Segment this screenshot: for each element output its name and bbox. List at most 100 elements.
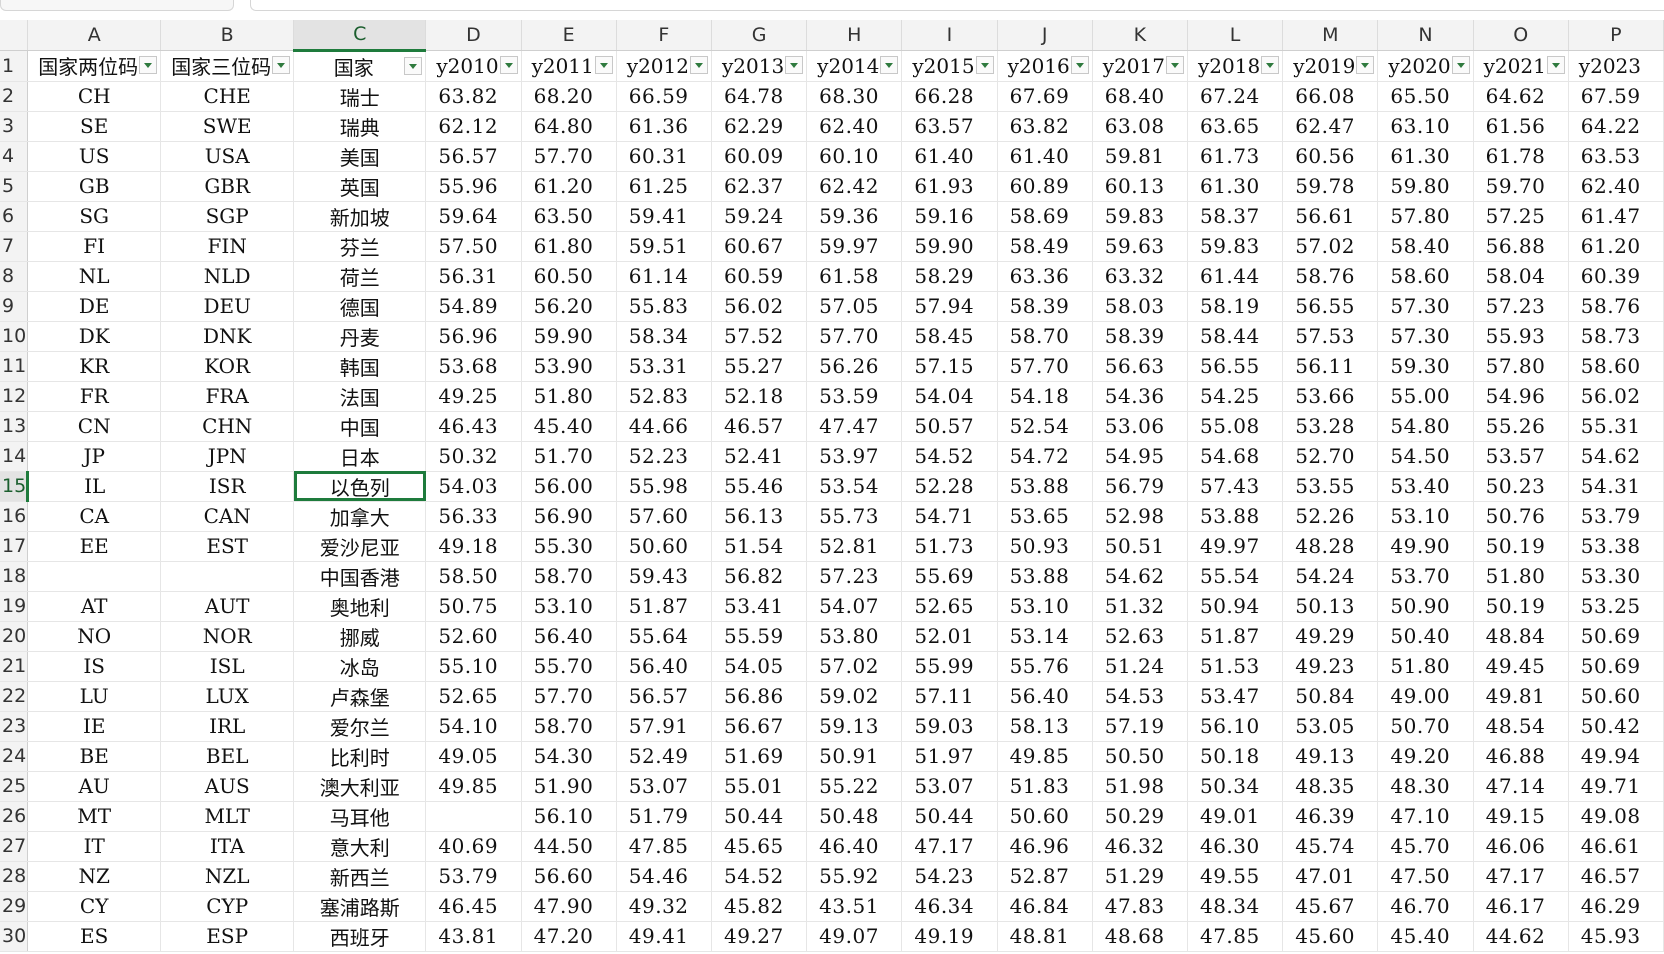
value-cell[interactable]: 55.10 [425,651,522,682]
value-cell[interactable]: 47.50 [1377,861,1474,892]
value-cell[interactable]: 46.30 [1187,831,1284,862]
value-cell[interactable]: 59.78 [1282,171,1379,202]
value-cell[interactable]: 56.96 [425,321,522,352]
value-cell[interactable]: 56.10 [1187,711,1284,742]
value-cell[interactable]: 50.13 [1282,591,1379,622]
filter-dropdown-icon[interactable] [1165,55,1184,74]
value-cell[interactable]: 53.88 [997,471,1093,502]
value-cell[interactable]: 56.88 [1473,231,1569,262]
iso2-cell[interactable]: IE [27,711,162,742]
row-header[interactable]: 30 [0,921,29,952]
value-cell[interactable]: 61.56 [1473,111,1569,142]
value-cell[interactable]: 49.00 [1377,681,1474,712]
value-cell[interactable]: 57.30 [1377,291,1474,322]
country-cell[interactable]: 芬兰 [293,231,427,262]
value-cell[interactable]: 50.18 [1187,741,1284,772]
value-cell[interactable]: 51.80 [521,381,617,412]
value-cell[interactable]: 46.45 [425,891,522,922]
value-cell[interactable]: 64.62 [1473,81,1569,112]
value-cell[interactable]: 58.70 [521,561,617,592]
value-cell[interactable]: 46.32 [1092,831,1188,862]
value-cell[interactable]: 58.13 [997,711,1093,742]
value-cell[interactable]: 64.80 [521,111,617,142]
row-header[interactable]: 9 [0,291,29,322]
value-cell[interactable]: 61.30 [1187,171,1284,202]
value-cell[interactable]: 49.19 [901,921,998,952]
iso2-cell[interactable]: SG [27,201,162,232]
iso2-cell[interactable]: IS [27,651,162,682]
header-cell-p[interactable]: y2023 [1568,50,1664,82]
header-cell-f[interactable]: y2012 [616,50,712,82]
value-cell[interactable]: 51.70 [521,441,617,472]
row-header[interactable]: 1 [0,50,29,82]
country-cell[interactable]: 西班牙 [293,921,427,952]
header-cell-k[interactable]: y2017 [1092,50,1188,82]
value-cell[interactable]: 53.66 [1282,381,1379,412]
header-cell-b[interactable]: 国家三位码 [160,50,295,82]
header-cell-m[interactable]: y2019 [1282,50,1379,82]
value-cell[interactable]: 50.60 [616,531,712,562]
value-cell[interactable]: 60.56 [1282,141,1379,172]
country-cell[interactable]: 加拿大 [293,501,427,532]
value-cell[interactable]: 58.60 [1568,351,1664,382]
value-cell[interactable]: 54.31 [1568,471,1664,502]
value-cell[interactable]: 55.27 [711,351,808,382]
value-cell[interactable]: 46.96 [997,831,1093,862]
value-cell[interactable]: 57.19 [1092,711,1188,742]
value-cell[interactable]: 50.19 [1473,591,1569,622]
value-cell[interactable]: 45.70 [1377,831,1474,862]
value-cell[interactable]: 59.90 [901,231,998,262]
value-cell[interactable]: 56.57 [616,681,712,712]
value-cell[interactable]: 60.39 [1568,261,1664,292]
iso3-cell[interactable]: JPN [160,441,295,472]
value-cell[interactable]: 58.40 [1377,231,1474,262]
value-cell[interactable]: 54.46 [616,861,712,892]
row-header[interactable]: 22 [0,681,29,712]
country-cell[interactable]: 新加坡 [293,201,427,232]
header-cell-i[interactable]: y2015 [901,50,998,82]
value-cell[interactable]: 56.02 [711,291,808,322]
value-cell[interactable]: 53.10 [521,591,617,622]
country-cell[interactable]: 爱沙尼亚 [293,531,427,562]
row-header[interactable]: 3 [0,111,29,142]
row-header[interactable]: 25 [0,771,29,802]
row-header[interactable]: 8 [0,261,29,292]
value-cell[interactable]: 49.81 [1473,681,1569,712]
iso3-cell[interactable]: SGP [160,201,295,232]
row-header[interactable]: 2 [0,81,29,112]
value-cell[interactable]: 55.83 [616,291,712,322]
value-cell[interactable]: 56.40 [521,621,617,652]
value-cell[interactable]: 49.55 [1187,861,1284,892]
value-cell[interactable]: 60.59 [711,261,808,292]
value-cell[interactable]: 54.04 [901,381,998,412]
value-cell[interactable]: 50.40 [1377,621,1474,652]
country-cell[interactable]: 中国 [293,411,427,442]
value-cell[interactable]: 46.34 [901,891,998,922]
value-cell[interactable]: 46.06 [1473,831,1569,862]
value-cell[interactable]: 53.38 [1568,531,1664,562]
value-cell[interactable]: 51.97 [901,741,998,772]
value-cell[interactable]: 46.61 [1568,831,1664,862]
value-cell[interactable]: 48.28 [1282,531,1379,562]
value-cell[interactable]: 59.51 [616,231,712,262]
value-cell[interactable]: 57.50 [425,231,522,262]
value-cell[interactable]: 49.13 [1282,741,1379,772]
iso2-cell[interactable]: EE [27,531,162,562]
filter-dropdown-icon[interactable] [1261,55,1280,74]
value-cell[interactable]: 56.10 [521,801,617,832]
iso2-cell[interactable] [27,561,162,592]
value-cell[interactable]: 52.87 [997,861,1093,892]
value-cell[interactable]: 52.26 [1282,501,1379,532]
value-cell[interactable]: 46.57 [711,411,808,442]
header-cell-l[interactable]: y2018 [1187,50,1284,82]
header-cell-n[interactable]: y2020 [1377,50,1474,82]
value-cell[interactable]: 51.98 [1092,771,1188,802]
value-cell[interactable]: 53.97 [806,441,903,472]
value-cell[interactable]: 55.46 [711,471,808,502]
value-cell[interactable]: 52.28 [901,471,998,502]
value-cell[interactable]: 57.15 [901,351,998,382]
value-cell[interactable]: 54.72 [997,441,1093,472]
row-header[interactable]: 12 [0,381,29,412]
value-cell[interactable]: 54.53 [1092,681,1188,712]
value-cell[interactable]: 55.98 [616,471,712,502]
